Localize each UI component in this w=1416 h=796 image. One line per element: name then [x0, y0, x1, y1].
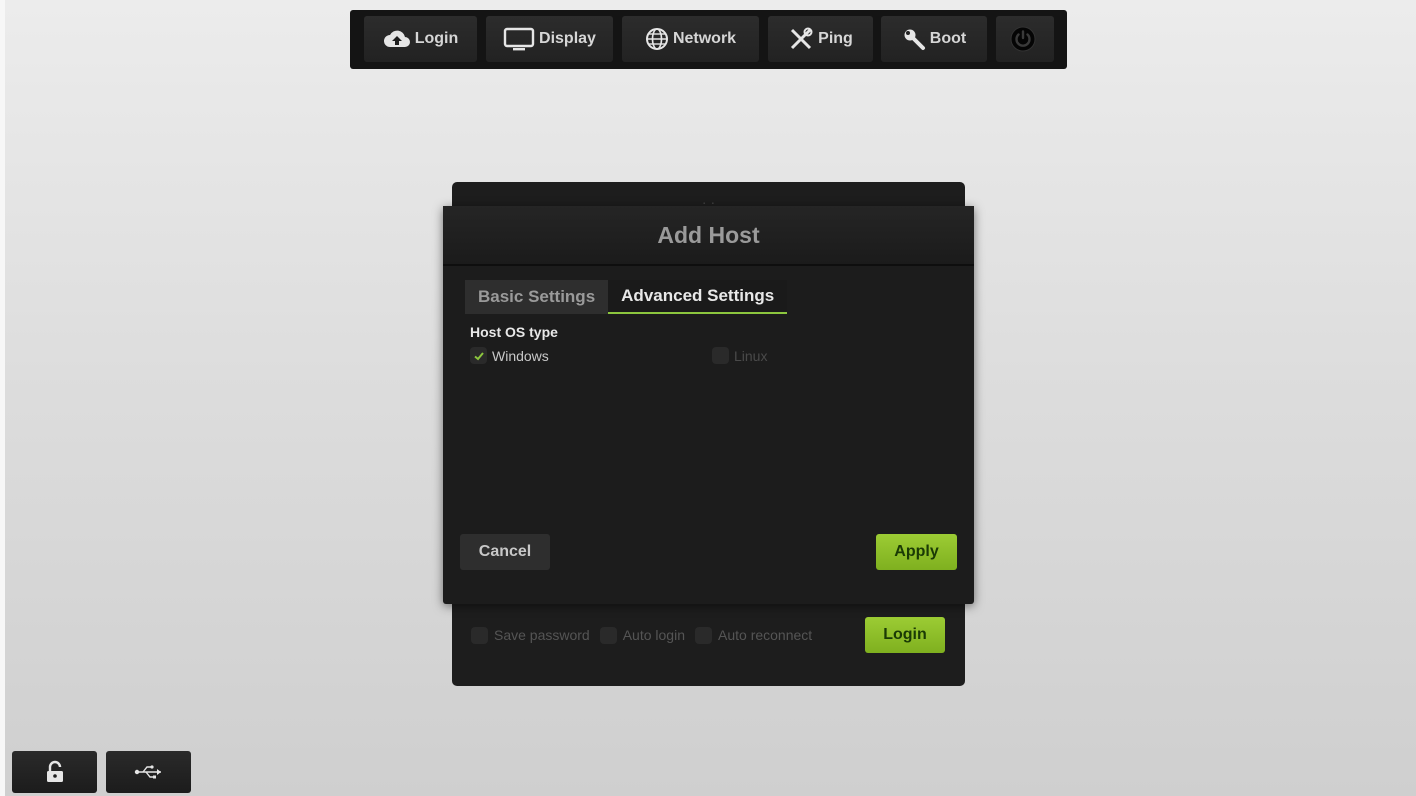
login-toolbar-button[interactable]: Login	[364, 16, 477, 62]
tab-advanced-settings[interactable]: Advanced Settings	[608, 280, 788, 314]
lock-icon	[46, 760, 63, 782]
save-password-option[interactable]: Save password	[471, 626, 590, 644]
host-os-type-label: Host OS type	[470, 324, 558, 340]
globe-icon	[645, 28, 668, 50]
auto-login-option[interactable]: Auto login	[599, 626, 685, 644]
auto-reconnect-label: Auto reconnect	[718, 627, 813, 643]
check-icon	[473, 351, 484, 360]
tools-icon	[791, 27, 813, 50]
save-password-label: Save password	[494, 627, 590, 643]
dialog-title: Add Host	[443, 206, 974, 266]
monitor-icon	[503, 27, 535, 51]
login-toolbar-label: Login	[414, 30, 459, 47]
ping-toolbar-label: Ping	[818, 30, 853, 47]
linux-label: Linux	[734, 347, 768, 364]
boot-toolbar-button[interactable]: Boot	[881, 16, 987, 62]
cancel-button[interactable]: Cancel	[460, 534, 550, 570]
apply-button[interactable]: Apply	[876, 534, 957, 570]
login-button[interactable]: Login	[865, 617, 945, 653]
add-host-dialog: Add Host Basic Settings Advanced Setting…	[443, 206, 974, 604]
usb-button[interactable]	[106, 751, 191, 793]
network-toolbar-button[interactable]: Network	[622, 16, 759, 62]
auto-login-label: Auto login	[622, 627, 685, 643]
windows-checkbox[interactable]	[470, 347, 487, 364]
auto-reconnect-checkbox[interactable]	[695, 626, 712, 644]
auto-login-checkbox[interactable]	[599, 626, 617, 644]
top-toolbar: Login Display Network Ping Boot	[350, 10, 1067, 69]
power-toolbar-button[interactable]	[996, 16, 1054, 62]
linux-option[interactable]: Linux	[712, 347, 767, 364]
power-icon	[1010, 26, 1036, 52]
windows-option[interactable]: Windows	[470, 347, 549, 364]
network-toolbar-label: Network	[672, 30, 737, 47]
left-edge	[0, 0, 5, 796]
display-toolbar-button[interactable]: Display	[486, 16, 613, 62]
windows-label: Windows	[492, 347, 549, 364]
login-options: Save password Auto login Auto reconnect	[471, 620, 822, 650]
cloud-upload-icon	[383, 30, 410, 47]
usb-icon	[134, 765, 161, 779]
save-password-checkbox[interactable]	[471, 626, 488, 644]
wrench-icon	[904, 29, 925, 50]
dialog-tabs: Basic Settings Advanced Settings	[465, 280, 788, 314]
linux-checkbox[interactable]	[712, 347, 729, 364]
display-toolbar-label: Display	[539, 30, 596, 47]
boot-toolbar-label: Boot	[929, 30, 967, 47]
auto-reconnect-option[interactable]: Auto reconnect	[695, 626, 813, 644]
tab-basic-settings[interactable]: Basic Settings	[465, 280, 609, 314]
lock-button[interactable]	[12, 751, 97, 793]
ping-toolbar-button[interactable]: Ping	[768, 16, 873, 62]
